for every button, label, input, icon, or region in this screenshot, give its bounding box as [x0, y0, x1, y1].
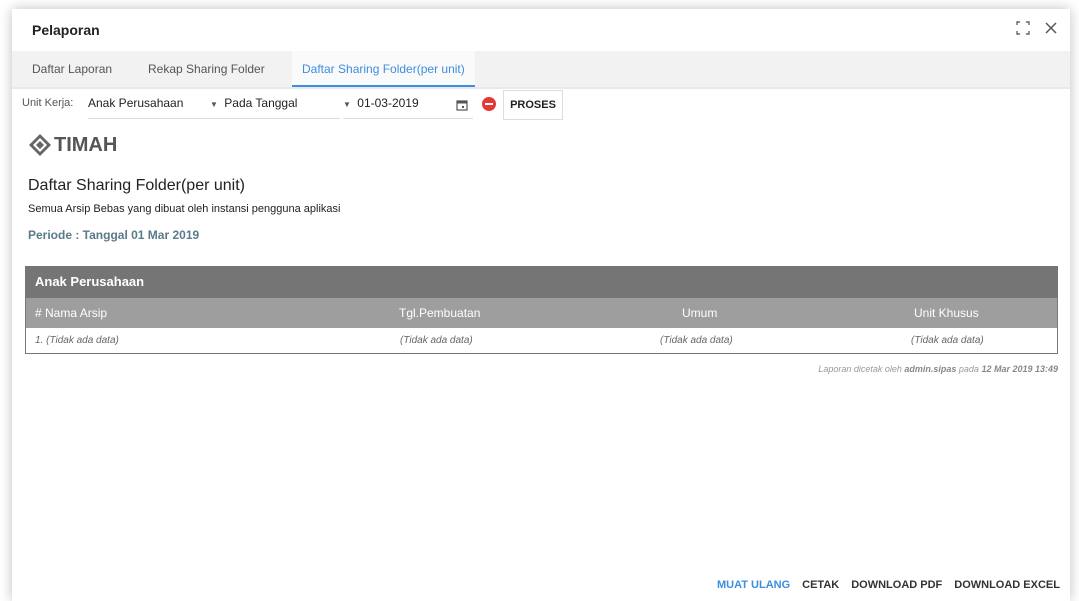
date-mode-select[interactable]: ▼ Pada Tanggal — [210, 96, 340, 119]
printed-datetime: 12 Mar 2019 13:49 — [981, 364, 1058, 374]
report-dialog: Pelaporan Daftar Laporan Rekap Sharing F… — [12, 9, 1070, 601]
table-column-header: # Nama Arsip Tgl.Pembuatan Umum Unit Khu… — [26, 298, 1057, 328]
download-excel-button[interactable]: DOWNLOAD EXCEL — [954, 579, 1060, 591]
close-icon[interactable] — [1044, 21, 1060, 37]
date-mode-value: Pada Tanggal — [224, 96, 298, 110]
print-button[interactable]: CETAK — [802, 579, 839, 591]
printed-user: admin.sipas — [904, 364, 957, 374]
chevron-down-icon: ▼ — [343, 100, 351, 109]
download-pdf-button[interactable]: DOWNLOAD PDF — [851, 579, 942, 591]
timah-logo-icon — [29, 134, 51, 156]
clear-filter-button[interactable] — [482, 97, 496, 111]
report-title: Daftar Sharing Folder(per unit) — [28, 177, 245, 194]
unit-kerja-value: Anak Perusahaan — [88, 96, 184, 110]
table-row: 1. (Tidak ada data) (Tidak ada data) (Ti… — [26, 328, 1057, 353]
reload-button[interactable]: MUAT ULANG — [717, 579, 790, 591]
column-umum: Umum — [682, 306, 718, 320]
report-table: Anak Perusahaan # Nama Arsip Tgl.Pembuat… — [25, 266, 1058, 354]
chevron-down-icon: ▼ — [210, 100, 218, 109]
printed-mid: pada — [956, 364, 982, 374]
cell-unit-khusus: (Tidak ada data) — [911, 335, 984, 346]
proses-button[interactable]: PROSES — [503, 90, 563, 120]
column-unit-khusus: Unit Khusus — [914, 306, 979, 320]
logo-text: TIMAH — [54, 133, 118, 156]
unit-kerja-label: Unit Kerja: — [22, 97, 74, 109]
date-input[interactable]: ▼ 01-03-2019 — [343, 96, 473, 119]
date-value: 01-03-2019 — [357, 96, 419, 110]
printed-by-note: Laporan dicetak oleh admin.sipas pada 12… — [818, 364, 1058, 374]
company-logo: TIMAH — [28, 133, 117, 157]
report-subtitle: Semua Arsip Bebas yang dibuat oleh insta… — [28, 203, 341, 215]
dialog-title: Pelaporan — [32, 22, 100, 38]
cell-tgl-pembuatan: (Tidak ada data) — [400, 335, 473, 346]
maximize-icon[interactable] — [1016, 21, 1032, 37]
cell-nama-arsip: 1. (Tidak ada data) — [35, 335, 119, 346]
column-nama-arsip: # Nama Arsip — [35, 306, 108, 320]
unit-kerja-select[interactable]: Anak Perusahaan — [88, 96, 218, 119]
filter-bar: Unit Kerja: Anak Perusahaan ▼ Pada Tangg… — [12, 89, 1070, 121]
tab-rekap-sharing-folder[interactable]: Rekap Sharing Folder — [138, 51, 275, 87]
tab-bar: Daftar Laporan Rekap Sharing Folder Daft… — [12, 51, 1070, 89]
calendar-icon[interactable] — [456, 98, 470, 112]
window-controls — [1016, 21, 1060, 37]
action-bar: MUAT ULANG CETAK DOWNLOAD PDF DOWNLOAD E… — [717, 579, 1060, 591]
report-period: Periode : Tanggal 01 Mar 2019 — [28, 228, 200, 242]
printed-prefix: Laporan dicetak oleh — [818, 364, 905, 374]
tab-daftar-sharing-folder-per-unit[interactable]: Daftar Sharing Folder(per unit) — [292, 51, 475, 87]
cell-umum: (Tidak ada data) — [660, 335, 733, 346]
tab-daftar-laporan[interactable]: Daftar Laporan — [22, 51, 122, 87]
table-group-header: Anak Perusahaan — [26, 266, 1057, 298]
dialog-titlebar: Pelaporan — [12, 9, 1070, 51]
column-tgl-pembuatan: Tgl.Pembuatan — [399, 306, 481, 320]
